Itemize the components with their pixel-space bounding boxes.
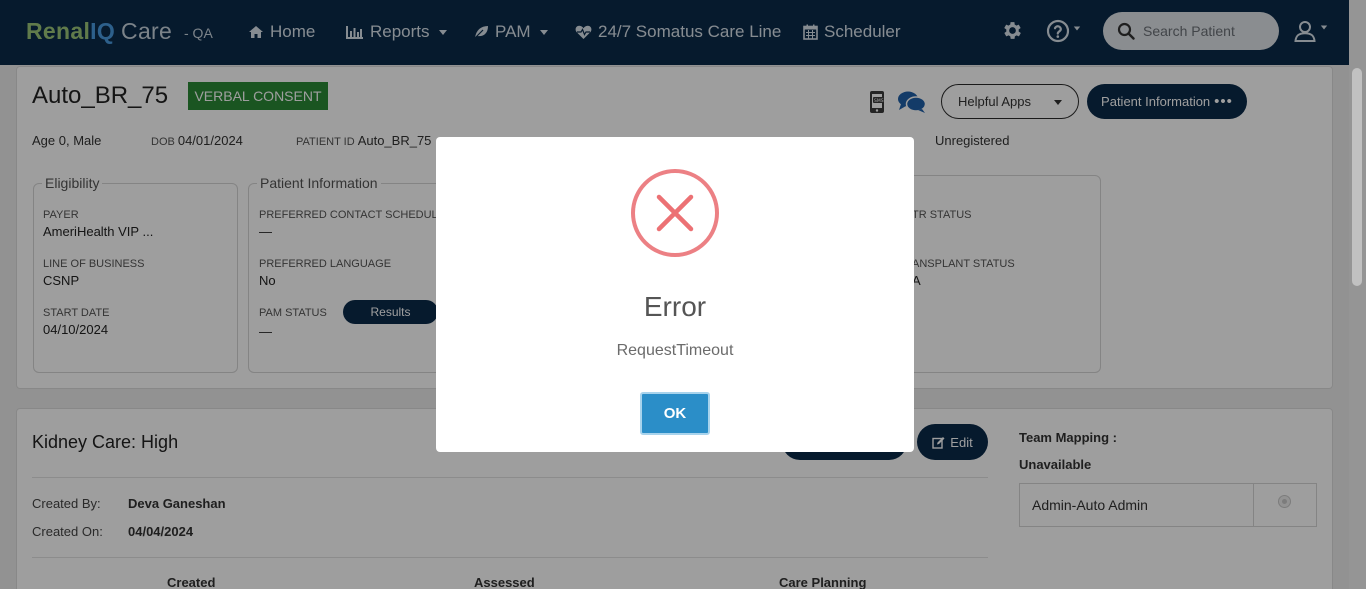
error-message: RequestTimeout <box>616 342 734 359</box>
ok-button[interactable]: OK <box>640 392 710 435</box>
error-title: Error <box>643 291 707 322</box>
scrollbar-thumb[interactable] <box>1352 68 1362 286</box>
error-dialog: Error RequestTimeout OK <box>436 137 914 452</box>
error-x-icon <box>631 169 719 257</box>
